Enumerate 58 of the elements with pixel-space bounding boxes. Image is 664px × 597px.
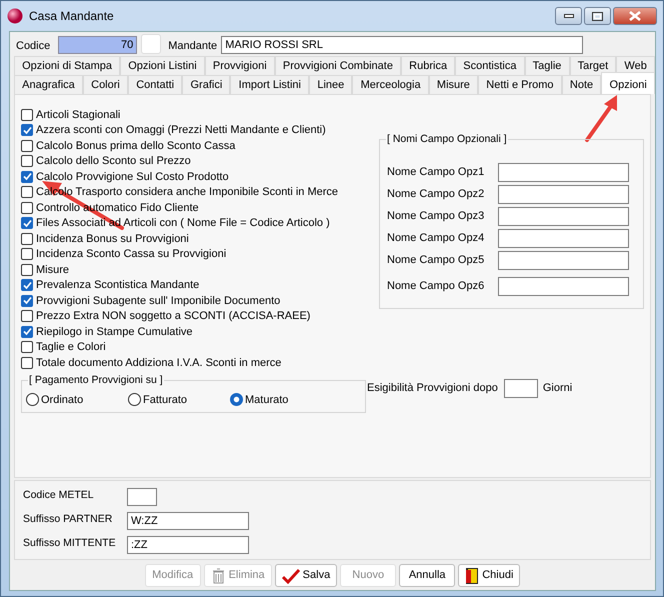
- tab[interactable]: Colori: [82, 75, 128, 94]
- field-label: Nome Campo Opz5: [387, 252, 486, 268]
- mandante-label: Mandante: [168, 38, 218, 54]
- option-label: Calcolo Bonus prima dello Sconto Cassa: [36, 138, 236, 154]
- option-label: Prevalenza Scontistica Mandante: [36, 278, 200, 293]
- tab[interactable]: Note: [562, 75, 602, 94]
- tab[interactable]: Merceologia: [352, 75, 429, 94]
- tab[interactable]: Anagrafica: [14, 75, 83, 94]
- tab[interactable]: Provvigioni Combinate: [274, 56, 402, 75]
- group-title: [ Pagamento Provvigioni su ]: [28, 372, 164, 388]
- tab[interactable]: Opzioni di Stampa: [14, 56, 120, 75]
- code-field[interactable]: 70: [58, 36, 138, 54]
- tab[interactable]: Scontistica: [455, 56, 525, 75]
- field-label: Codice METEL: [23, 488, 95, 503]
- radio-label: Maturato: [245, 392, 288, 408]
- option-label: Incidenza Sconto Cassa su Provvigioni: [36, 247, 226, 262]
- field-label: Suffisso PARTNER: [23, 512, 114, 527]
- text-field[interactable]: :ZZ: [127, 536, 249, 554]
- field-label: Nome Campo Opz2: [387, 186, 486, 202]
- tab[interactable]: Opzioni Listini: [120, 56, 205, 75]
- esigibilita-label: Esigibilità Provvigioni dopo: [367, 381, 498, 396]
- field-label: Nome Campo Opz6: [387, 278, 486, 294]
- button[interactable]: Chiudi: [458, 564, 520, 587]
- text-field[interactable]: W:ZZ: [127, 512, 249, 530]
- tab[interactable]: Linee: [309, 75, 352, 94]
- field-label: Nome Campo Opz3: [387, 208, 486, 224]
- option-label: Articoli Stagionali: [36, 108, 120, 122]
- option-label: Azzera sconti con Omaggi (Prezzi Netti Mandante e Clienti): [36, 123, 326, 138]
- radio-label: Ordinato: [41, 392, 84, 408]
- option-label: Incidenza Bonus su Provvigioni: [36, 232, 189, 246]
- option-label: Taglie e Colori: [36, 340, 106, 355]
- tab[interactable]: Rubrica: [401, 56, 456, 75]
- option-label: Riepilogo in Stampe Cumulative: [36, 324, 193, 340]
- tab[interactable]: Misure: [428, 75, 478, 94]
- mandante-field[interactable]: MARIO ROSSI SRL: [221, 36, 584, 54]
- tab[interactable]: Grafici: [182, 75, 230, 94]
- field-label: Nome Campo Opz1: [387, 164, 486, 180]
- tab[interactable]: Import Listini: [230, 75, 310, 94]
- option-label: Calcolo dello Sconto sul Prezzo: [36, 154, 191, 169]
- tab[interactable]: Contatti: [128, 75, 182, 94]
- tab[interactable]: Provvigioni: [204, 56, 275, 75]
- tab[interactable]: Target: [570, 56, 616, 75]
- tab[interactable]: Opzioni: [601, 72, 655, 94]
- days-unit: Giorni: [542, 381, 572, 396]
- window-title: Casa Mandante: [29, 8, 114, 25]
- option-label: Prezzo Extra NON soggetto a SCONTI (ACCISA-RAEE): [36, 309, 310, 324]
- radio-label: Fatturato: [143, 392, 188, 408]
- tab[interactable]: Taglie: [524, 56, 570, 75]
- tab[interactable]: Netti e Promo: [478, 75, 562, 94]
- option-label: Misure: [36, 262, 70, 278]
- button[interactable]: Salva: [274, 564, 338, 587]
- option-label: Provvigioni Subagente sull' Imponibile Documento: [36, 294, 280, 308]
- option-label: Totale documento Addiziona I.V.A. Sconti in merce: [36, 356, 282, 370]
- code-label: Codice: [16, 38, 50, 54]
- field-label: Nome Campo Opz4: [387, 230, 486, 246]
- button[interactable]: Annulla: [399, 564, 456, 587]
- option-label: Calcolo Provvigione Sul Costo Prodotto: [36, 170, 229, 184]
- field-label: Suffisso MITTENTE: [23, 536, 117, 551]
